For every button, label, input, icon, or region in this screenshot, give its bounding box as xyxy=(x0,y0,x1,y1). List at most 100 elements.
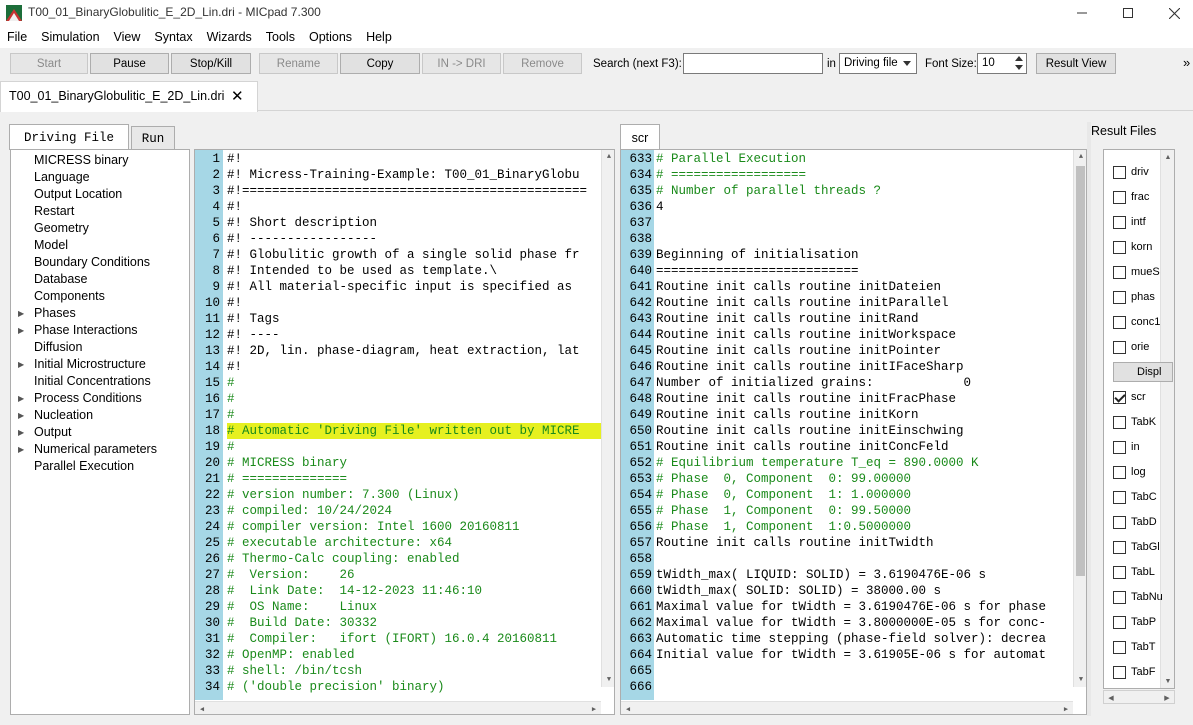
menu-wizards[interactable]: Wizards xyxy=(200,26,259,48)
result-file-item[interactable]: scr xyxy=(1113,388,1146,406)
result-file-item[interactable]: intf xyxy=(1113,213,1146,231)
result-file-item[interactable]: driv xyxy=(1113,163,1149,181)
scroll-up-icon[interactable]: ▲ xyxy=(1161,150,1174,164)
tree-item[interactable]: Phases xyxy=(34,306,76,320)
minimize-button[interactable] xyxy=(1059,0,1105,26)
scroll-right-icon[interactable]: ▶ xyxy=(1059,702,1073,714)
result-file-item[interactable]: TabNu xyxy=(1113,588,1163,606)
search-input[interactable] xyxy=(683,53,823,74)
result-file-checkbox[interactable] xyxy=(1113,265,1126,279)
result-file-checkbox[interactable] xyxy=(1113,540,1126,554)
tree-item[interactable]: Nucleation xyxy=(34,408,93,422)
close-tab-icon[interactable]: ✕ xyxy=(231,87,244,105)
result-file-item[interactable]: TabL xyxy=(1113,563,1155,581)
result-file-checkbox[interactable] xyxy=(1113,190,1126,204)
driving-file-editor[interactable]: 1 #! 2 #! Micress-Training-Example: T00_01_… xyxy=(194,149,615,715)
menu-syntax[interactable]: Syntax xyxy=(147,26,199,48)
scroll-down-icon[interactable]: ▼ xyxy=(602,673,614,687)
scroll-right-icon[interactable]: ▶ xyxy=(1160,691,1174,705)
expand-arrow-icon[interactable]: ▶ xyxy=(18,411,24,420)
result-file-checkbox[interactable] xyxy=(1113,465,1126,479)
menu-options[interactable]: Options xyxy=(302,26,359,48)
close-window-button[interactable] xyxy=(1151,0,1193,26)
result-file-checkbox[interactable] xyxy=(1113,240,1126,254)
menu-tools[interactable]: Tools xyxy=(259,26,302,48)
scroll-left-icon[interactable]: ◀ xyxy=(1104,691,1118,705)
start-button[interactable]: Start xyxy=(10,53,88,74)
result-file-checkbox[interactable] xyxy=(1113,565,1126,579)
result-files-scrollbar[interactable]: ▲ ▼ xyxy=(1160,150,1174,688)
in-to-dri-button[interactable]: IN -> DRI xyxy=(422,53,501,74)
result-file-item[interactable]: frac xyxy=(1113,188,1149,206)
result-file-checkbox[interactable] xyxy=(1113,415,1126,429)
expand-arrow-icon[interactable]: ▶ xyxy=(18,445,24,454)
tree-item[interactable]: Phase Interactions xyxy=(34,323,138,337)
tree-item[interactable]: Boundary Conditions xyxy=(34,255,150,269)
result-file-item[interactable]: TabK xyxy=(1113,413,1156,431)
scroll-left-icon[interactable]: ◀ xyxy=(621,702,635,714)
result-file-item[interactable]: korn xyxy=(1113,238,1152,256)
tree-item[interactable]: Database xyxy=(34,272,88,286)
tree-item[interactable]: Process Conditions xyxy=(34,391,142,405)
file-tab[interactable]: T00_01_BinaryGlobulitic_E_2D_Lin.dri ✕ xyxy=(0,81,258,112)
pause-button[interactable]: Pause xyxy=(90,53,169,74)
result-file-checkbox[interactable] xyxy=(1113,290,1126,304)
tree-item[interactable]: Language xyxy=(34,170,90,184)
result-files-horizontal-scrollbar[interactable]: ◀ ▶ xyxy=(1103,690,1175,704)
result-file-checkbox[interactable] xyxy=(1113,165,1126,179)
result-file-checkbox[interactable] xyxy=(1113,340,1126,354)
result-file-item[interactable]: orie xyxy=(1113,338,1149,356)
tree-item[interactable]: Initial Microstructure xyxy=(34,357,146,371)
scr-scroll-thumb[interactable] xyxy=(1076,166,1085,576)
menu-simulation[interactable]: Simulation xyxy=(34,26,106,48)
tab-scr[interactable]: scr xyxy=(620,124,660,150)
result-file-item[interactable]: log xyxy=(1113,463,1146,481)
result-file-checkbox[interactable] xyxy=(1113,390,1126,404)
scroll-down-icon[interactable]: ▼ xyxy=(1074,673,1086,687)
tree-item[interactable]: Model xyxy=(34,238,68,252)
result-file-item[interactable]: mueS xyxy=(1113,263,1160,281)
result-file-checkbox[interactable] xyxy=(1113,515,1126,529)
result-file-item[interactable]: phas xyxy=(1113,288,1155,306)
expand-arrow-icon[interactable]: ▶ xyxy=(18,394,24,403)
result-file-item[interactable]: TabF xyxy=(1113,663,1155,681)
copy-button[interactable]: Copy xyxy=(340,53,420,74)
tree-item[interactable]: Output xyxy=(34,425,72,439)
expand-arrow-icon[interactable]: ▶ xyxy=(18,309,24,318)
scr-output-viewer[interactable]: 633 # Parallel Execution 634 # ============… xyxy=(620,149,1087,715)
tree-item[interactable]: Components xyxy=(34,289,105,303)
panel-splitter[interactable] xyxy=(1087,122,1091,716)
tree-item[interactable]: Restart xyxy=(34,204,74,218)
result-file-checkbox[interactable] xyxy=(1113,215,1126,229)
tree-item[interactable]: MICRESS binary xyxy=(34,153,128,167)
editor-horizontal-scrollbar[interactable]: ◀ ▶ xyxy=(195,701,601,714)
scroll-up-icon[interactable]: ▲ xyxy=(602,150,614,164)
result-file-item[interactable]: TabP xyxy=(1113,613,1156,631)
tree-item[interactable]: Initial Concentrations xyxy=(34,374,151,388)
remove-button[interactable]: Remove xyxy=(503,53,582,74)
scroll-left-icon[interactable]: ◀ xyxy=(195,702,209,714)
display-button[interactable]: Displ xyxy=(1113,362,1173,382)
tree-item[interactable]: Output Location xyxy=(34,187,122,201)
maximize-button[interactable] xyxy=(1105,0,1151,26)
tree-item[interactable]: Geometry xyxy=(34,221,89,235)
spinner-arrows-icon[interactable] xyxy=(1015,56,1023,71)
result-file-item[interactable]: TabGl xyxy=(1113,538,1160,556)
expand-arrow-icon[interactable]: ▶ xyxy=(18,326,24,335)
result-file-item[interactable]: TabC xyxy=(1113,488,1157,506)
scr-horizontal-scrollbar[interactable]: ◀ ▶ xyxy=(621,701,1073,714)
menu-view[interactable]: View xyxy=(107,26,148,48)
result-file-item[interactable]: conc1 xyxy=(1113,313,1160,331)
expand-arrow-icon[interactable]: ▶ xyxy=(18,360,24,369)
result-file-checkbox[interactable] xyxy=(1113,590,1126,604)
scroll-up-icon[interactable]: ▲ xyxy=(1074,150,1086,164)
search-scope-select[interactable]: Driving file xyxy=(839,53,917,74)
stop-kill-button[interactable]: Stop/Kill xyxy=(171,53,251,74)
tab-driving-file[interactable]: Driving File xyxy=(9,124,129,150)
result-view-button[interactable]: Result View xyxy=(1036,53,1116,74)
toolbar-overflow-icon[interactable]: » xyxy=(1183,55,1190,70)
tree-item[interactable]: Parallel Execution xyxy=(34,459,134,473)
result-file-item[interactable]: in xyxy=(1113,438,1140,456)
tab-run[interactable]: Run xyxy=(131,126,175,150)
menu-help[interactable]: Help xyxy=(359,26,399,48)
